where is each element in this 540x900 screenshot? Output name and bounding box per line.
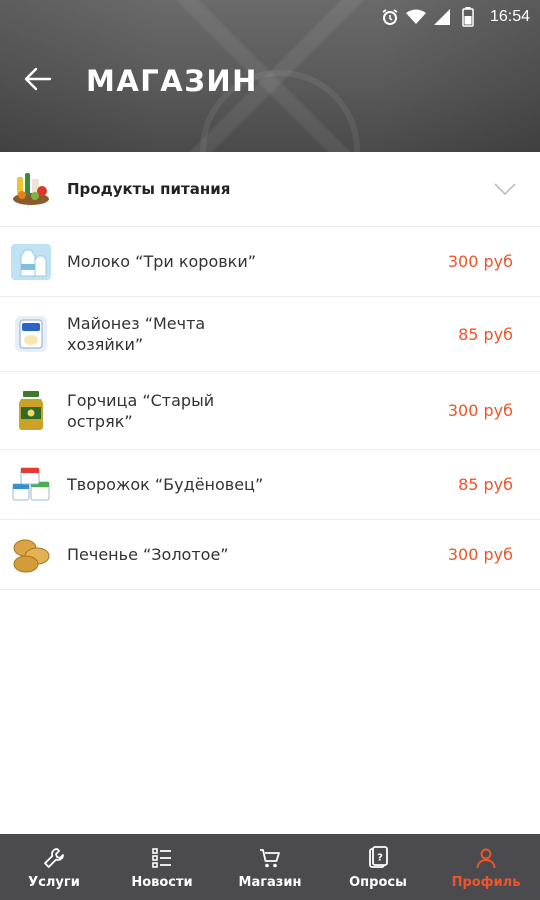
milk-icon <box>11 242 51 282</box>
wifi-icon <box>405 7 426 27</box>
product-price: 300 руб <box>447 545 513 564</box>
signal-icon <box>432 7 452 27</box>
person-icon <box>473 845 499 871</box>
app-bar: МАГАЗИН <box>0 48 540 114</box>
product-row[interactable]: Творожок “Будёновец” 85 руб <box>0 450 540 520</box>
mustard-icon <box>11 390 51 431</box>
nav-label: Опросы <box>349 874 407 890</box>
product-row[interactable]: Майонез “Мечта хозяйки” 85 руб <box>0 297 540 372</box>
cart-icon <box>257 845 283 871</box>
back-button[interactable] <box>18 61 58 101</box>
product-list: Молоко “Три коровки” 300 руб Майонез “Ме… <box>0 227 540 590</box>
category-label: Продукты питания <box>67 180 231 198</box>
product-name: Молоко “Три коровки” <box>67 252 257 271</box>
product-row[interactable]: Молоко “Три коровки” 300 руб <box>0 227 540 297</box>
list-icon <box>149 845 175 871</box>
product-name: Майонез “Мечта хозяйки” <box>67 314 206 354</box>
nav-label: Услуги <box>28 874 80 890</box>
product-row[interactable]: Горчица “Старый остряк” 300 руб <box>0 372 540 450</box>
header: 16:54 МАГАЗИН <box>0 0 540 152</box>
status-time: 16:54 <box>489 8 530 25</box>
nav-item-profile[interactable]: Профиль <box>432 834 540 900</box>
product-price: 300 руб <box>447 401 513 420</box>
cookies-icon <box>11 535 51 575</box>
nav-item-news[interactable]: Новости <box>108 834 216 900</box>
nav-item-surveys[interactable]: ? Опросы <box>324 834 432 900</box>
curd-icon <box>11 465 51 505</box>
product-price: 300 руб <box>447 252 513 271</box>
product-price: 85 руб <box>458 475 513 494</box>
wrench-icon <box>41 845 67 871</box>
product-name: Творожок “Будёновец” <box>67 475 264 494</box>
bottom-navigation: Услуги Новости Магазин ? Опросы Профиль <box>0 834 540 900</box>
svg-text:?: ? <box>377 852 383 863</box>
nav-label: Профиль <box>451 874 521 890</box>
nav-item-services[interactable]: Услуги <box>0 834 108 900</box>
groceries-icon <box>11 169 51 209</box>
page-title: МАГАЗИН <box>86 64 258 98</box>
product-name: Горчица “Старый остряк” <box>67 390 215 431</box>
survey-icon: ? <box>365 845 391 871</box>
chevron-down-icon[interactable] <box>490 174 520 204</box>
alarm-icon <box>380 7 400 27</box>
mayonnaise-icon <box>11 314 51 354</box>
product-name: Печенье “Золотое” <box>67 545 229 564</box>
arrow-left-icon <box>24 67 52 95</box>
nav-label: Новости <box>131 874 193 890</box>
nav-item-shop[interactable]: Магазин <box>216 834 324 900</box>
product-price: 85 руб <box>458 324 513 344</box>
category-dropdown[interactable]: Продукты питания <box>0 152 540 227</box>
product-row[interactable]: Печенье “Золотое” 300 руб <box>0 520 540 590</box>
nav-label: Магазин <box>238 874 302 890</box>
battery-icon <box>458 7 478 27</box>
status-bar: 16:54 <box>0 0 540 34</box>
